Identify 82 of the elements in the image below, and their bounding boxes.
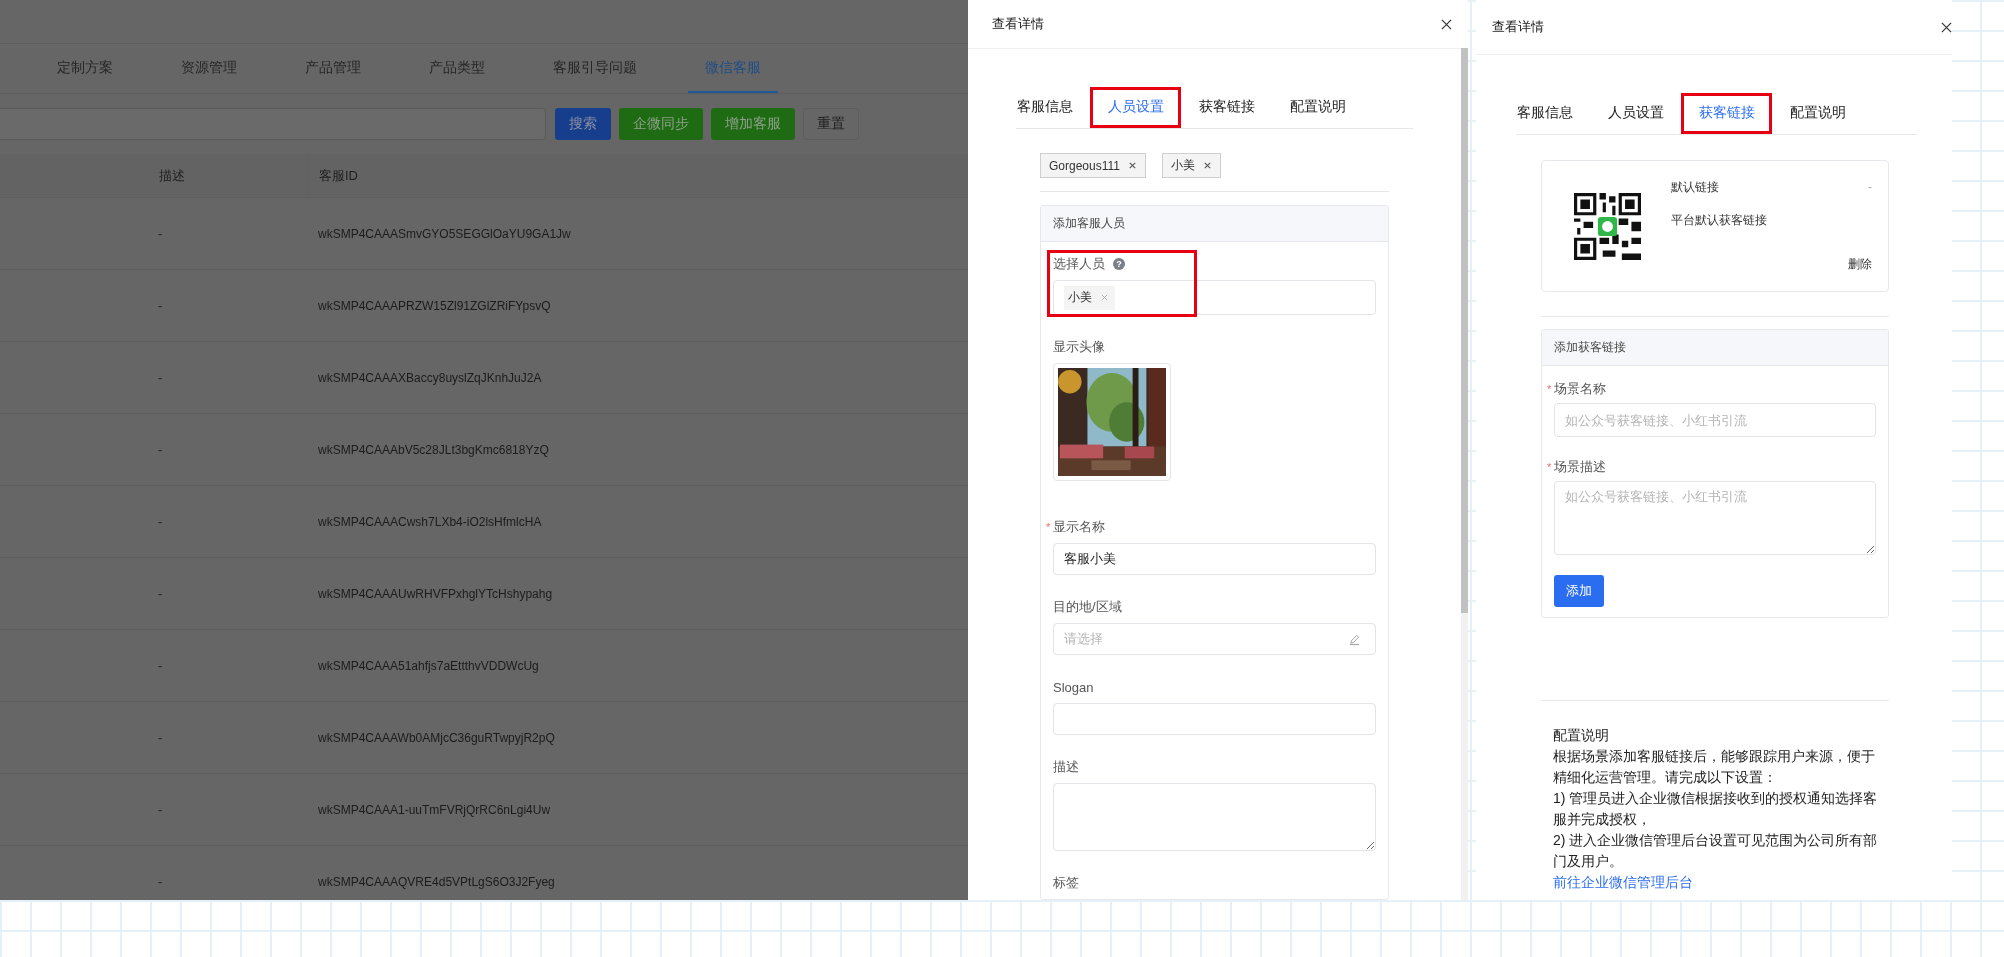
tab[interactable]: 人员设置 <box>1090 87 1181 128</box>
field-label: 选择人员 <box>1053 255 1105 273</box>
table-cell: - <box>158 370 163 385</box>
field-label: 描述 <box>1053 758 1079 776</box>
field-label: Slogan <box>1053 679 1094 695</box>
table-cell: wkSMP4CAAA51ahfjs7aEttthvVDDWcUg <box>318 658 539 673</box>
textarea-field[interactable]: 如公众号获客链接、小红书引流 <box>1554 481 1876 555</box>
table-cell: - <box>158 298 163 313</box>
admin-link[interactable]: 前往企业微信管理后台 <box>1553 872 1693 893</box>
input-field[interactable]: 如公众号获客链接、小红书引流 <box>1554 403 1876 437</box>
notes-text: 根据场景添加客服链接后，能够跟踪用户来源，便于精细化运营管理。请完成以下设置： <box>1553 747 1876 787</box>
textarea-field[interactable] <box>1053 783 1376 851</box>
drawer-title: 查看详情 <box>992 15 1044 33</box>
close-icon[interactable] <box>1441 18 1452 30</box>
table-cell: wkSMP4CAAAQVRE4d5VPtLgS6O3J2Fyeg <box>318 874 555 889</box>
panel-title: 添加获客链接 <box>1554 339 1626 356</box>
required-mark: * <box>1547 461 1553 473</box>
close-icon[interactable] <box>1127 161 1137 170</box>
qr-code-icon <box>1574 193 1641 260</box>
table-cell: - <box>158 514 163 529</box>
table-cell: wkSMP4CAAACwsh7LXb4-iO2lsHfmlcHA <box>318 514 542 529</box>
tag-label: 小美 <box>1068 289 1092 306</box>
table-cell: wkSMP4CAAAXBaccy8uyslZqJKnhJuJ2A <box>318 370 542 385</box>
notes-text: 1) 管理员进入企业微信根据接收到的授权通知选择客服并完成授权， <box>1553 789 1879 829</box>
tab[interactable]: 配置说明 <box>1772 93 1863 134</box>
table-cell: - <box>158 658 163 673</box>
field-label: 显示头像 <box>1053 338 1105 356</box>
link-status: - <box>1868 180 1872 194</box>
tab[interactable]: 配置说明 <box>1272 87 1363 128</box>
add-button[interactable]: 添加 <box>1554 575 1604 607</box>
input-field[interactable] <box>1053 703 1376 735</box>
toolbar-button[interactable]: 增加客服 <box>711 108 795 140</box>
notes-title: 配置说明 <box>1553 726 1610 745</box>
close-icon[interactable] <box>1202 161 1212 170</box>
column-header: 描述 <box>159 166 185 185</box>
tab[interactable]: 获客链接 <box>1681 93 1772 134</box>
notes-text: 2) 进入企业微信管理后台设置可见范围为公司所有部门及用户。 <box>1553 831 1879 871</box>
close-icon[interactable] <box>1941 21 1952 33</box>
scrollbar[interactable] <box>1461 48 1468 613</box>
toolbar-button[interactable]: 重置 <box>803 108 859 140</box>
table-cell: - <box>158 442 163 457</box>
table-cell: wkSMP4CAAA1-uuTmFVRjQrRC6nLgi4Uw <box>318 802 551 817</box>
nav-tab[interactable]: 定制方案 <box>40 44 130 93</box>
link-description: 平台默认获客链接 <box>1671 212 1768 229</box>
table-cell: wkSMP4CAAAUwRHVFPxhglYTcHshypahg <box>318 586 553 601</box>
nav-tab[interactable]: 产品管理 <box>288 44 378 93</box>
column-header: 客服ID <box>319 166 358 185</box>
delete-link[interactable]: 删除 <box>1848 256 1872 273</box>
table-cell: - <box>158 730 163 745</box>
nav-tab[interactable]: 资源管理 <box>164 44 254 93</box>
table-cell: wkSMP4CAAAWb0AMjcC36guRTwpyjR2pQ <box>318 730 555 745</box>
table-cell: - <box>158 586 163 601</box>
pencil-icon <box>1348 632 1361 646</box>
toolbar-button[interactable]: 企微同步 <box>619 108 703 140</box>
field-label: 场景名称 <box>1554 380 1606 398</box>
table-cell: wkSMP4CAAAPRZW15Zl91ZGlZRiFYpsvQ <box>318 298 551 313</box>
table-cell: - <box>158 802 163 817</box>
select-field[interactable]: 小美 <box>1053 280 1376 315</box>
table-cell: wkSMP4CAAASmvGYO5SEGGlOaYU9GA1Jw <box>318 226 571 241</box>
tab[interactable]: 客服信息 <box>1499 93 1590 134</box>
field-label: 场景描述 <box>1554 458 1606 476</box>
input-field[interactable]: 客服小美 <box>1053 543 1376 575</box>
panel-title: 添加客服人员 <box>1053 215 1125 232</box>
link-name: 默认链接 <box>1671 178 1719 196</box>
tab[interactable]: 客服信息 <box>999 87 1090 128</box>
field-label: 显示名称 <box>1053 518 1105 536</box>
table-cell: wkSMP4CAAAbV5c28JLt3bgKmc6818YzQ <box>318 442 549 457</box>
required-mark: * <box>1547 383 1553 395</box>
required-mark: * <box>1046 521 1052 533</box>
table-cell: - <box>158 874 163 889</box>
tab[interactable]: 获客链接 <box>1181 87 1272 128</box>
tab[interactable]: 人员设置 <box>1590 93 1681 134</box>
help-icon[interactable]: ? <box>1113 258 1125 270</box>
tag-label: Gorgeous111 <box>1049 158 1120 173</box>
field-label: 标签 <box>1053 874 1079 892</box>
tag-label: 小美 <box>1170 157 1195 174</box>
table-cell: - <box>158 226 163 241</box>
nav-tab[interactable]: 客服引导问题 <box>536 44 654 93</box>
drawer-title: 查看详情 <box>1492 18 1544 36</box>
field-label: 目的地/区域 <box>1053 598 1122 616</box>
toolbar-button[interactable]: 搜索 <box>555 108 611 140</box>
nav-tab[interactable]: 产品类型 <box>412 44 502 93</box>
